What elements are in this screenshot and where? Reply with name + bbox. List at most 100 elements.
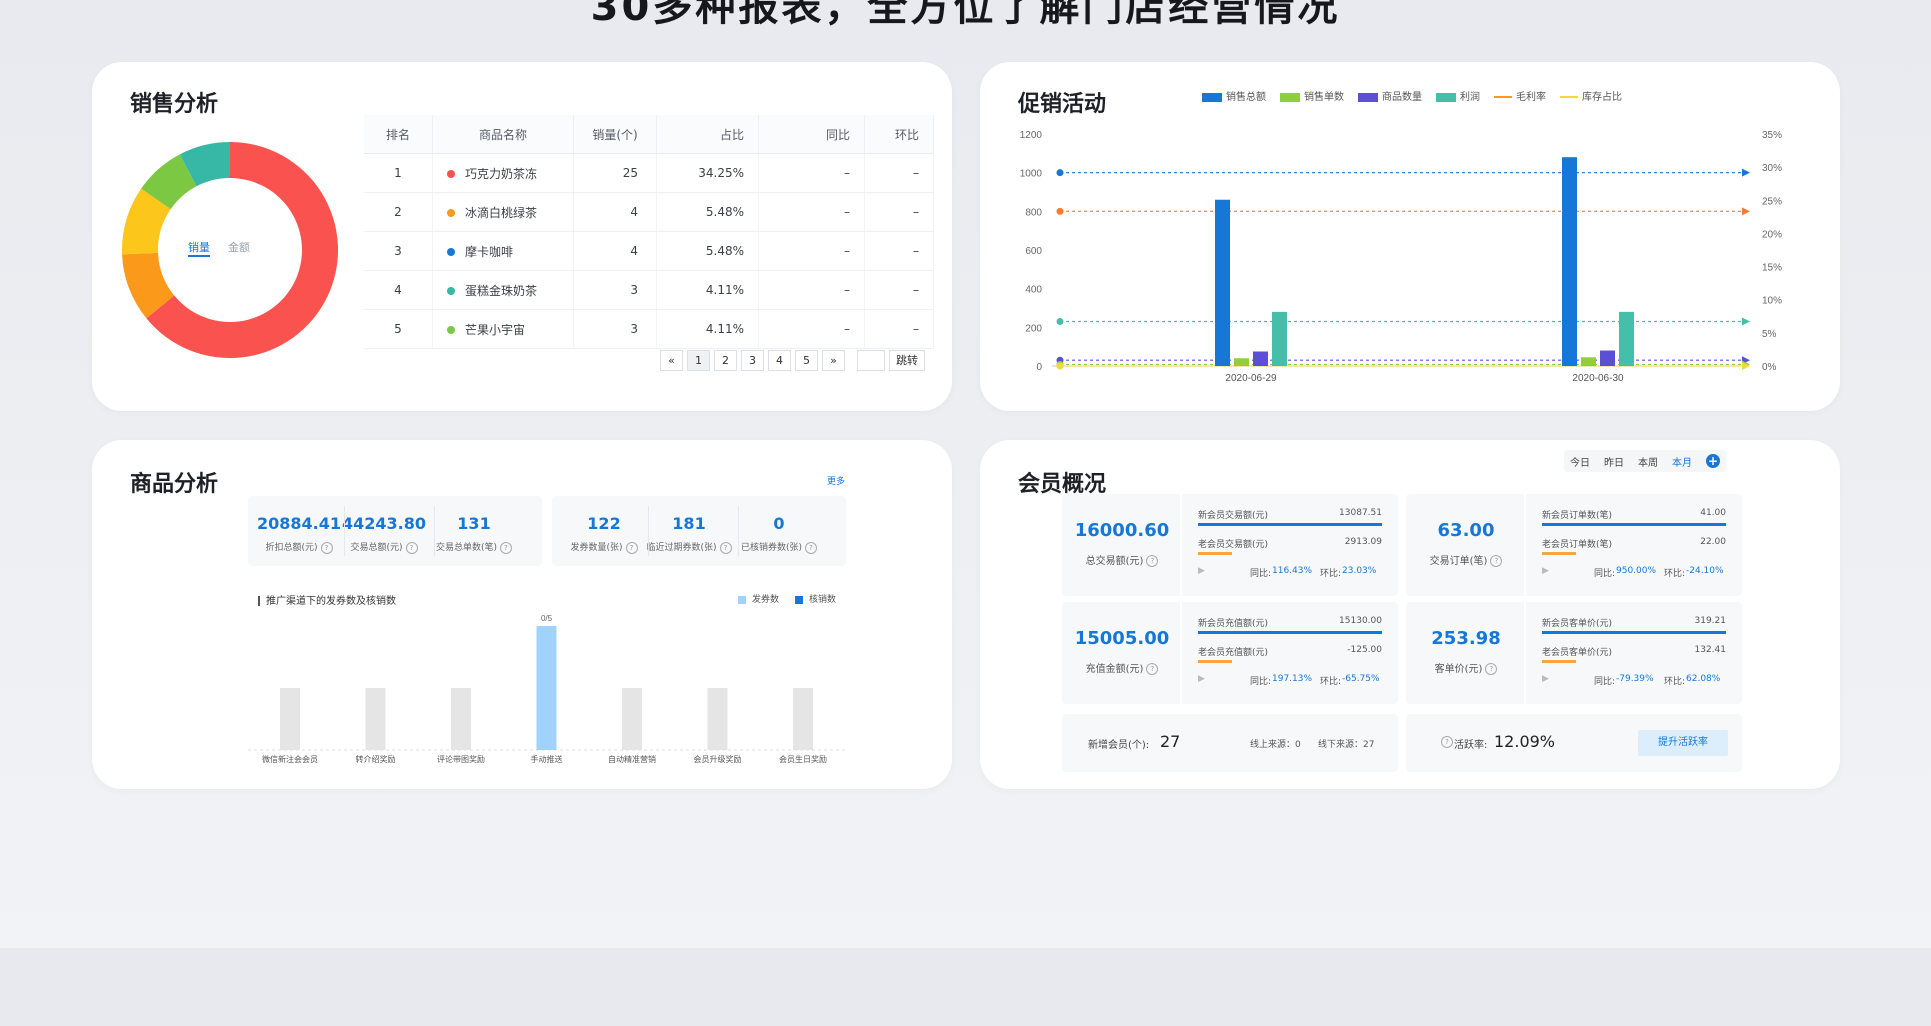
legend-issued[interactable]: 发券数	[738, 592, 779, 605]
yoy-value: 116.43%	[1272, 566, 1313, 576]
sub-row-1-bar	[1198, 631, 1382, 634]
pager-jump-button[interactable]: 跳转	[889, 350, 925, 371]
trend-arrow: ▶	[1542, 674, 1549, 684]
bar-销售总额[interactable]	[1562, 157, 1577, 366]
tab-this-month[interactable]: 本月	[1672, 454, 1692, 469]
table-row[interactable]: 3 摩卡咖啡 4 5.48% – –	[364, 231, 934, 271]
table-row[interactable]: 5 芒果小宇宙 3 4.11% – –	[364, 309, 934, 349]
row-color-dot	[447, 287, 455, 295]
cell-pct: 4.11%	[656, 270, 759, 310]
product-more-link[interactable]: 更多	[827, 474, 845, 487]
bar-销售单数[interactable]	[1234, 358, 1249, 366]
pager-page-3[interactable]: 3	[741, 350, 764, 371]
bar-利润[interactable]	[1619, 311, 1634, 366]
pager-next[interactable]: »	[822, 350, 845, 371]
help-icon[interactable]: ?	[405, 541, 418, 554]
coupon-bar[interactable]	[793, 688, 813, 750]
bar-利润[interactable]	[1272, 311, 1287, 366]
legend-sales-total[interactable]: 销售总额	[1202, 88, 1266, 103]
bar-商品数量[interactable]	[1600, 350, 1615, 366]
cell-rank: 2	[364, 192, 433, 232]
member-metric-box: 63.00 交易订单(笔)? 新会员订单数(笔) 41.00 老会员订单数(笔) 22.0…	[1406, 494, 1742, 596]
mom-label: 环比:	[1664, 677, 1686, 687]
boost-active-button[interactable]: 提升活跃率	[1638, 730, 1728, 756]
cell-mom: –	[864, 192, 934, 232]
cell-mom: –	[864, 231, 934, 271]
help-icon[interactable]: ?	[1441, 736, 1453, 748]
pager-jump-input[interactable]	[857, 350, 885, 371]
row-color-dot	[447, 209, 455, 217]
cell-qty: 25	[573, 153, 657, 193]
table-row[interactable]: 2 冰滴白桃绿茶 4 5.48% – –	[364, 192, 934, 232]
tab-this-week[interactable]: 本周	[1638, 454, 1658, 469]
table-row[interactable]: 4 蛋糕金珠奶茶 3 4.11% – –	[364, 270, 934, 310]
box-divider	[1524, 494, 1526, 596]
help-icon[interactable]: ?	[719, 541, 732, 554]
y2-tick-label: 5%	[1762, 329, 1777, 340]
coupon-bar[interactable]	[451, 688, 471, 750]
col-name: 商品名称	[432, 115, 574, 154]
donut-tab-amount[interactable]: 金额	[228, 239, 250, 255]
y-tick-label: 1200	[1020, 130, 1043, 141]
legend-margin[interactable]: 毛利率	[1494, 88, 1546, 103]
active-rate-label: 活跃率:	[1454, 740, 1488, 751]
cell-rank: 4	[364, 270, 433, 310]
metric-value: 63.00	[1437, 520, 1495, 541]
product-chart-title: 推广渠道下的发券数及核销数	[258, 592, 396, 607]
legend-order-count[interactable]: 销售单数	[1280, 88, 1344, 103]
y-tick-label: 600	[1025, 246, 1042, 257]
x-tick-label: 转介绍奖励	[356, 754, 396, 764]
yoy-label: 同比:	[1594, 677, 1616, 687]
legend-stock[interactable]: 库存占比	[1560, 88, 1622, 103]
table-row[interactable]: 1 巧克力奶茶冻 25 34.25% – –	[364, 153, 934, 193]
legend-redeemed[interactable]: 核销数	[795, 592, 836, 605]
col-yoy: 同比	[758, 115, 865, 154]
help-icon[interactable]: ?	[320, 541, 333, 554]
col-qty: 销量(个)	[573, 115, 657, 154]
cell-yoy: –	[758, 192, 865, 232]
member-card: 会员概况 今日 昨日 本周 本月 + 新增会员(个): 27 线上来源：0 线下…	[980, 440, 1840, 789]
help-icon[interactable]: ?	[625, 541, 638, 554]
bar-销售单数[interactable]	[1581, 357, 1596, 366]
mom-value: 62.08%	[1686, 674, 1721, 684]
cell-name: 蛋糕金珠奶茶	[432, 270, 574, 310]
member-metric-box: 253.98 客单价(元)? 新会员客单价(元) 319.21 老会员客单价(元) 132…	[1406, 602, 1742, 704]
help-icon[interactable]: ?	[1485, 663, 1498, 675]
donut-tab-qty[interactable]: 销量	[188, 239, 210, 257]
legend-product-qty[interactable]: 商品数量	[1358, 88, 1422, 103]
coupon-bar[interactable]	[280, 688, 300, 750]
bar-商品数量[interactable]	[1253, 351, 1268, 367]
guide-start-point	[1056, 318, 1064, 326]
help-icon[interactable]: ?	[500, 541, 513, 554]
pager-page-5[interactable]: 5	[795, 350, 818, 371]
product-title: 商品分析	[130, 472, 219, 497]
guide-arrow	[1742, 317, 1750, 326]
legend-profit[interactable]: 利润	[1436, 88, 1480, 103]
coupon-bar[interactable]	[365, 688, 386, 750]
bar-销售总额[interactable]	[1215, 199, 1230, 366]
help-icon[interactable]: ?	[1490, 555, 1503, 567]
pager-page-4[interactable]: 4	[768, 350, 791, 371]
pager-page-1[interactable]: 1	[687, 350, 710, 371]
pager-prev[interactable]: «	[660, 350, 683, 371]
add-icon[interactable]: +	[1706, 454, 1720, 468]
help-icon[interactable]: ?	[805, 541, 818, 554]
coupon-bar[interactable]	[536, 626, 557, 750]
sub-row-1-bar	[1198, 523, 1382, 526]
cell-pct: 4.11%	[656, 309, 759, 349]
tab-yesterday[interactable]: 昨日	[1604, 454, 1624, 469]
tab-today[interactable]: 今日	[1570, 454, 1590, 469]
cell-yoy: –	[758, 270, 865, 310]
coupon-bar[interactable]	[707, 688, 728, 750]
help-icon[interactable]: ?	[1146, 663, 1159, 675]
stat-divider	[344, 506, 345, 556]
coupon-bar[interactable]	[622, 688, 642, 750]
stat-divider	[434, 506, 435, 556]
guide-arrow	[1742, 207, 1750, 216]
x-tick-label: 手动推送	[531, 754, 563, 764]
mom-value: -65.75%	[1342, 674, 1380, 684]
y-tick-label: 1000	[1020, 169, 1043, 180]
pager-page-2[interactable]: 2	[714, 350, 737, 371]
row-color-dot	[447, 170, 455, 178]
help-icon[interactable]: ?	[1146, 555, 1159, 567]
